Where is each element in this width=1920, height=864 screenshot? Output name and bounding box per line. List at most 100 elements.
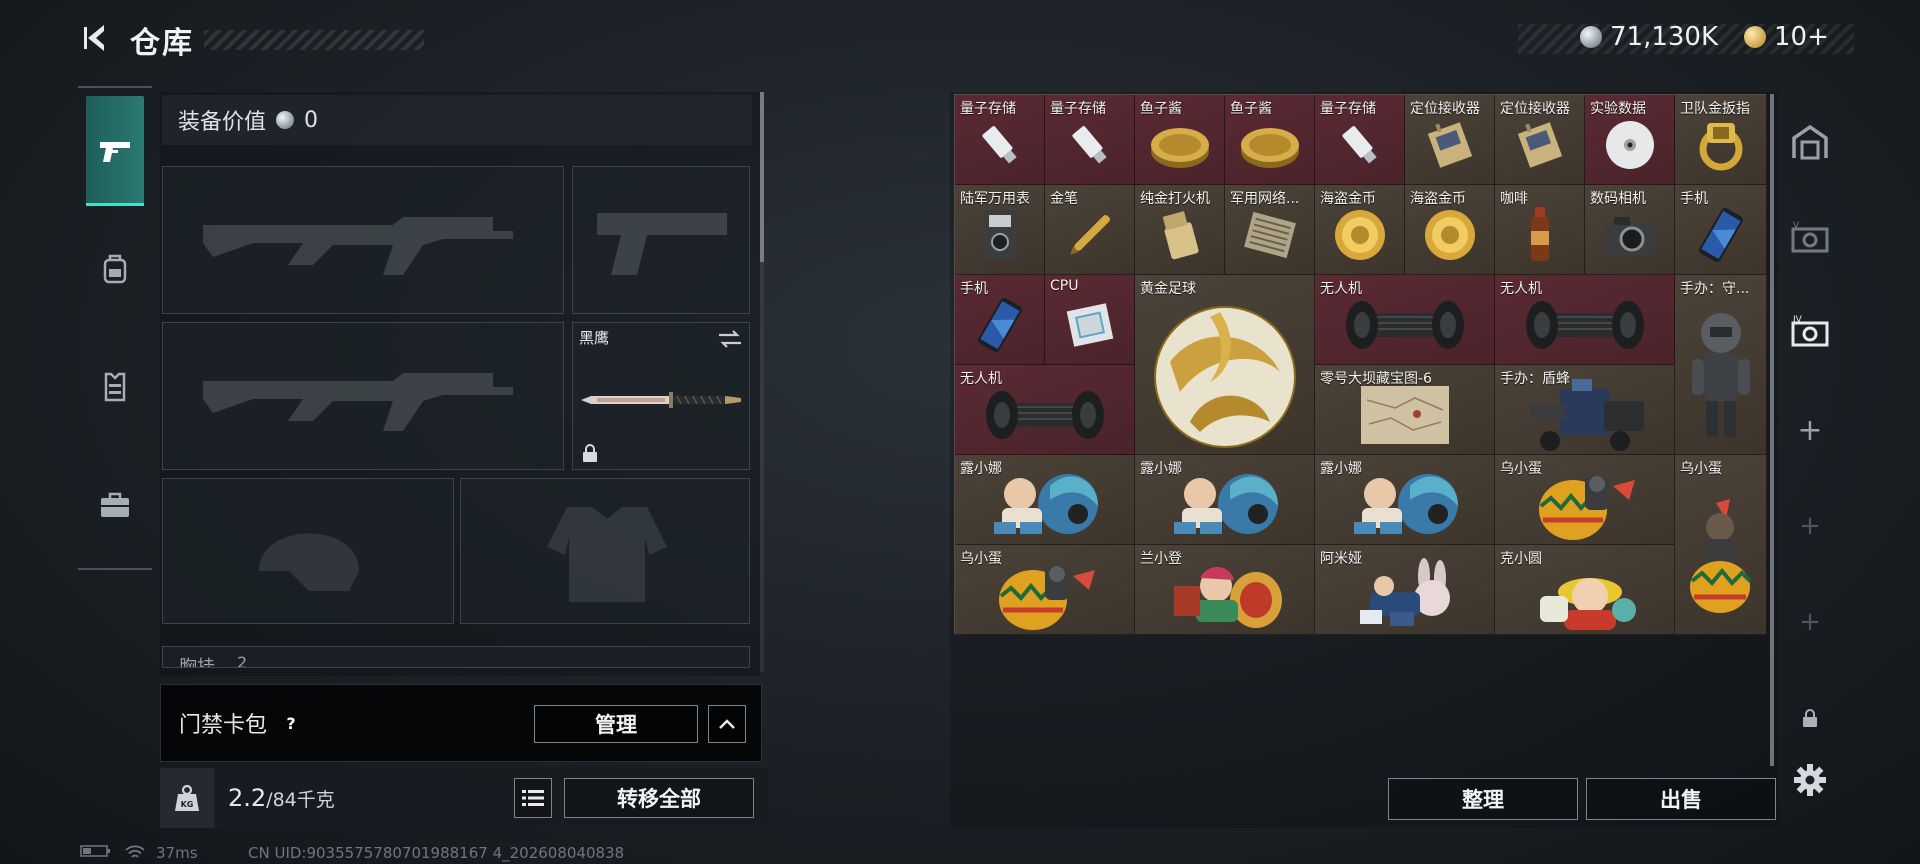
stash-tab-2[interactable]: V — [1782, 210, 1838, 266]
stash-item[interactable]: 阿米娅 — [1315, 545, 1495, 635]
stash-item[interactable]: 露小娜 — [1315, 455, 1495, 545]
stash-item[interactable]: 乌小蛋 — [955, 545, 1135, 635]
stash-item-label: 咖啡 — [1500, 191, 1528, 207]
gold-currency[interactable]: 10+ — [1744, 22, 1829, 52]
stash-item[interactable]: 乌小蛋 — [1675, 455, 1767, 635]
stash-scrollbar[interactable] — [1770, 94, 1774, 766]
sort-button[interactable]: 整理 — [1388, 778, 1578, 820]
ring-item-icon — [1693, 117, 1749, 177]
stash-item[interactable]: 数码相机 — [1585, 185, 1675, 275]
add-stash-button-disabled[interactable]: + — [1782, 594, 1838, 650]
stash-item[interactable]: 手机 — [1675, 185, 1767, 275]
rail-item-case[interactable] — [86, 450, 144, 560]
gold-coin-icon — [1744, 26, 1766, 48]
stash-item-label: 实验数据 — [1590, 101, 1646, 117]
stash-tab-home[interactable] — [1782, 114, 1838, 170]
stash-item[interactable]: 卫队金扳指 — [1675, 95, 1767, 185]
multimeter-item-icon — [978, 206, 1022, 268]
stash-item[interactable]: 手办：盾蜂 — [1495, 365, 1675, 455]
stash-item[interactable]: 无人机 — [1495, 275, 1675, 365]
stash-item[interactable]: 手机 — [955, 275, 1045, 365]
help-icon[interactable]: ? — [279, 711, 303, 735]
equipment-scroll-thumb[interactable] — [760, 92, 764, 262]
pistol-icon — [100, 142, 130, 162]
stash-item-label: 无人机 — [1500, 281, 1542, 297]
svg-text:IV: IV — [1793, 315, 1803, 325]
stash-item[interactable]: 露小娜 — [1135, 455, 1315, 545]
stash-item[interactable]: 咖啡 — [1495, 185, 1585, 275]
add-stash-button-disabled[interactable]: + — [1782, 498, 1838, 554]
stash-tab-3[interactable]: IV — [1782, 304, 1838, 360]
stash-item-label: 金笔 — [1050, 191, 1078, 207]
egg-item-icon — [985, 556, 1105, 634]
stash-item[interactable]: 量子存储 — [1315, 95, 1405, 185]
stash-item[interactable]: 黄金足球 — [1135, 275, 1315, 455]
sidearm-slot[interactable] — [572, 166, 750, 314]
stash-item[interactable]: 定位接收器 — [1405, 95, 1495, 185]
stash-item-label: 兰小登 — [1140, 551, 1182, 567]
stash-item-label: 定位接收器 — [1410, 101, 1480, 117]
chest-rig-label: 胸挂 — [179, 657, 215, 668]
stash-item[interactable]: 乌小蛋 — [1495, 455, 1675, 545]
stash-item-label: 量子存储 — [1050, 101, 1106, 117]
camera-item-icon — [1600, 211, 1660, 263]
stash-item[interactable]: 兰小登 — [1135, 545, 1315, 635]
stash-item[interactable]: 纯金打火机 — [1135, 185, 1225, 275]
plus-icon: + — [1799, 607, 1821, 637]
page-title: 仓库 — [130, 26, 194, 61]
silver-currency[interactable]: 71,130K — [1580, 22, 1718, 52]
list-view-button[interactable] — [514, 778, 552, 818]
add-stash-button[interactable]: + — [1782, 402, 1838, 458]
armor-silhouette-icon — [547, 507, 667, 602]
stash-item[interactable]: 海盗金币 — [1405, 185, 1495, 275]
stash-item[interactable]: 露小娜 — [955, 455, 1135, 545]
locked-stash[interactable] — [1782, 690, 1838, 746]
stash-item[interactable]: 无人机 — [955, 365, 1135, 455]
stash-item[interactable]: CPU — [1045, 275, 1135, 365]
rail-item-vest[interactable] — [86, 332, 144, 442]
eggtall-item-icon — [1686, 497, 1756, 621]
stash-item[interactable]: 无人机 — [1315, 275, 1495, 365]
stash-item[interactable]: 金笔 — [1045, 185, 1135, 275]
usb-item-icon — [1335, 120, 1385, 174]
transfer-all-button[interactable]: 转移全部 — [564, 778, 754, 818]
stash-item-label: 手机 — [1680, 191, 1708, 207]
stash-item[interactable]: 零号大坝藏宝图-6 — [1315, 365, 1495, 455]
stash-item-label: 露小娜 — [960, 461, 1002, 477]
primary-weapon-slot[interactable] — [162, 166, 564, 314]
swap-icon[interactable] — [717, 329, 743, 349]
expand-button[interactable] — [708, 705, 746, 743]
stash-item[interactable]: 手办：守... — [1675, 275, 1767, 455]
stash-item[interactable]: 海盗金币 — [1315, 185, 1405, 275]
equipment-value: 0 — [304, 107, 319, 133]
stash-item[interactable]: 鱼子酱 — [1225, 95, 1315, 185]
settings-button[interactable] — [1782, 752, 1838, 808]
sell-button[interactable]: 出售 — [1586, 778, 1776, 820]
stash-item[interactable]: 定位接收器 — [1495, 95, 1585, 185]
back-button[interactable] — [74, 18, 120, 58]
melee-slot-label: 黑鹰 — [579, 329, 610, 347]
stash-item-label: 数码相机 — [1590, 191, 1646, 207]
secondary-weapon-slot[interactable] — [162, 322, 564, 470]
equipment-value-label: 装备价值 — [178, 110, 267, 135]
rail-item-weapons[interactable] — [86, 96, 144, 206]
module-item-icon — [1240, 207, 1300, 267]
chest-rig-slot[interactable]: 胸挂 2 — [162, 646, 750, 668]
helmet-slot[interactable] — [162, 478, 454, 624]
stash-item[interactable]: 实验数据 — [1585, 95, 1675, 185]
stash-item[interactable]: 克小圆 — [1495, 545, 1675, 635]
rail-item-backpack[interactable] — [86, 214, 144, 324]
safe-active-icon: IV — [1791, 315, 1829, 347]
lock-icon — [1803, 709, 1817, 727]
weight-icon-text: KG — [181, 800, 194, 809]
back-arrow-icon — [84, 25, 104, 51]
receiver-item-icon — [1511, 117, 1569, 177]
manage-button[interactable]: 管理 — [534, 705, 698, 743]
stash-item[interactable]: 军用网络... — [1225, 185, 1315, 275]
melee-slot[interactable]: 黑鹰 — [572, 322, 750, 470]
armor-slot[interactable] — [460, 478, 750, 624]
stash-item[interactable]: 鱼子酱 — [1135, 95, 1225, 185]
stash-item[interactable]: 陆军万用表 — [955, 185, 1045, 275]
stash-item[interactable]: 量子存储 — [1045, 95, 1135, 185]
stash-item[interactable]: 量子存储 — [955, 95, 1045, 185]
